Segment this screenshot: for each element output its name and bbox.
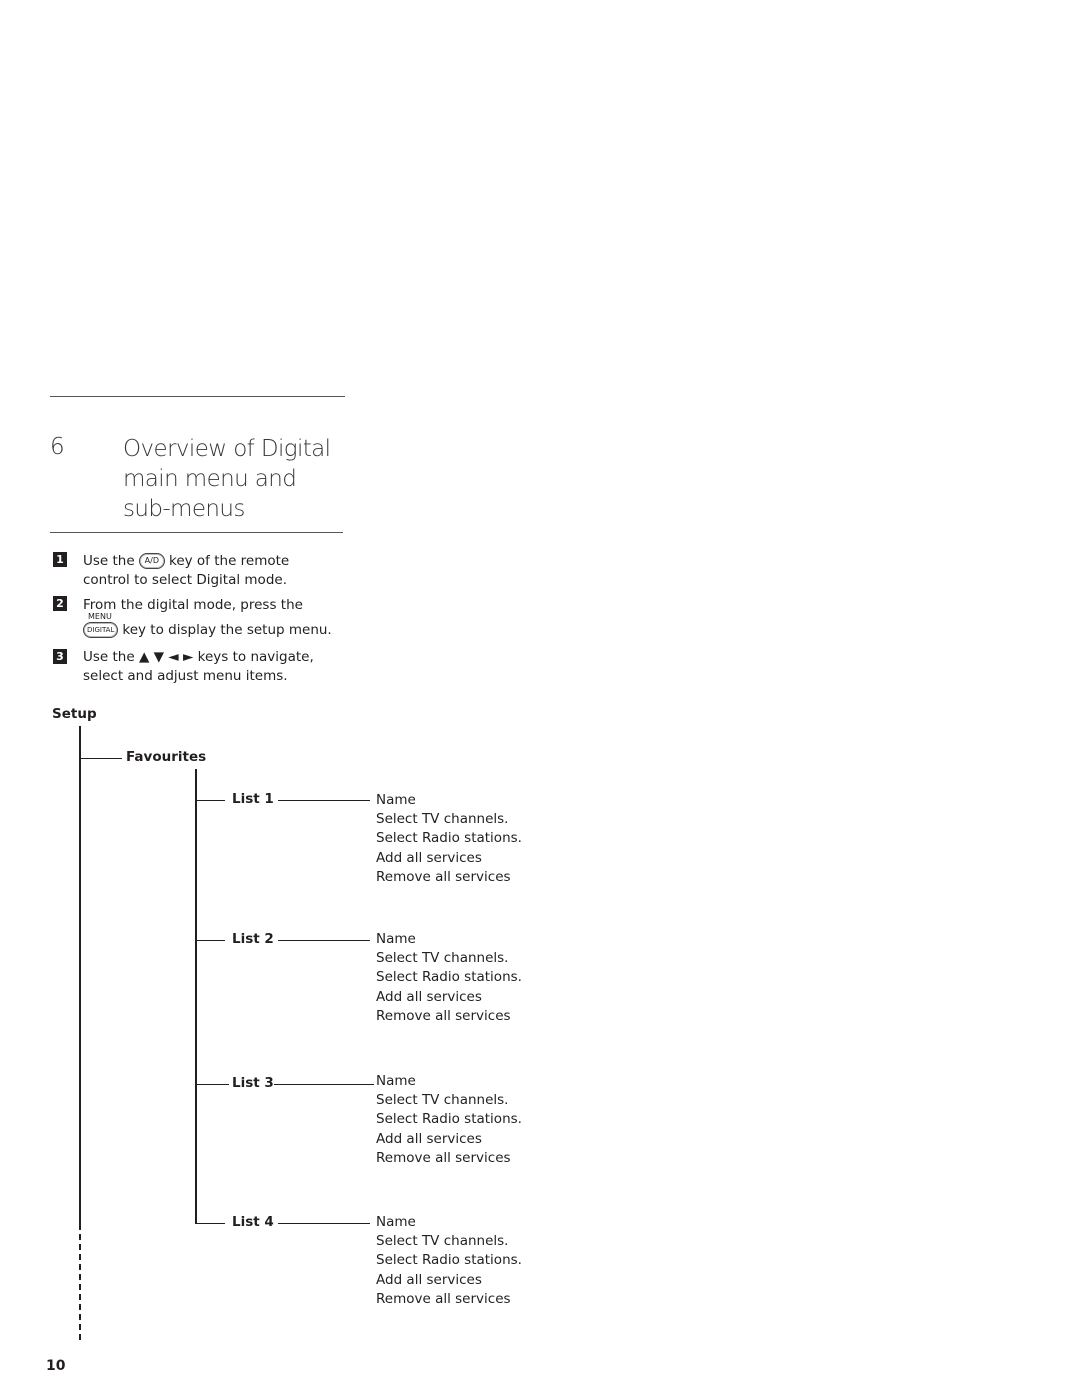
list-item: Select TV channels. bbox=[376, 950, 509, 967]
list-item: Select Radio stations. bbox=[376, 1111, 522, 1128]
list-item: Add all services bbox=[376, 1271, 482, 1288]
tree-branch-line bbox=[195, 1223, 225, 1224]
step-2-text: From the digital mode, press the DIGITAL… bbox=[83, 596, 343, 640]
list-3-items: Name Select TV channels. Select Radio st… bbox=[376, 1072, 522, 1168]
list-item: Select TV channels. bbox=[376, 1092, 509, 1109]
list-item: Select Radio stations. bbox=[376, 969, 522, 986]
tree-connector-line bbox=[274, 1084, 374, 1085]
step-text: key to display the setup menu. bbox=[122, 622, 332, 638]
list-2-items: Name Select TV channels. Select Radio st… bbox=[376, 930, 522, 1026]
ad-key-icon: A/D bbox=[138, 553, 165, 569]
tree-node-list-1: List 1 bbox=[232, 791, 274, 807]
page-number: 10 bbox=[46, 1358, 66, 1374]
step-text: Use the bbox=[83, 553, 135, 569]
list-item: Add all services bbox=[376, 1130, 482, 1147]
chapter-number: 6 bbox=[50, 434, 65, 460]
list-item: Remove all services bbox=[376, 1149, 511, 1166]
tree-branch-line bbox=[197, 1084, 229, 1085]
chapter-title-line: main menu and bbox=[123, 466, 297, 492]
list-item: Remove all services bbox=[376, 868, 511, 885]
step-text: control to select Digital mode. bbox=[83, 572, 287, 588]
menu-digital-key-icon: DIGITAL bbox=[83, 622, 119, 638]
tree-node-favourites: Favourites bbox=[126, 749, 207, 765]
tree-node-list-2: List 2 bbox=[232, 931, 274, 947]
chapter-title: Overview of Digital main menu and sub-me… bbox=[123, 434, 353, 524]
tree-node-list-3: List 3 bbox=[232, 1075, 274, 1091]
tree-node-list-4: List 4 bbox=[232, 1214, 274, 1230]
tree-continuation-dashed-line bbox=[79, 1224, 81, 1340]
step-badge: 3 bbox=[53, 649, 67, 664]
step-3-text: Use the ▲ ▼ ◄ ► keys to navigate, select… bbox=[83, 648, 343, 686]
tree-connector-line bbox=[278, 1223, 370, 1224]
step-text: From the digital mode, press the bbox=[83, 597, 303, 613]
list-item: Add all services bbox=[376, 988, 482, 1005]
menu-key-label: MENU bbox=[88, 612, 112, 621]
favourites-trunk-line bbox=[195, 769, 197, 1224]
step-text: select and adjust menu items. bbox=[83, 668, 288, 684]
list-item: Select Radio stations. bbox=[376, 830, 522, 847]
tree-branch-line bbox=[197, 940, 225, 941]
top-rule bbox=[50, 396, 345, 397]
list-item: Select Radio stations. bbox=[376, 1252, 522, 1269]
step-text: key of the remote bbox=[169, 553, 290, 569]
tree-branch-line bbox=[197, 800, 225, 801]
list-item: Remove all services bbox=[376, 1007, 511, 1024]
list-1-items: Name Select TV channels. Select Radio st… bbox=[376, 791, 522, 887]
list-item: Remove all services bbox=[376, 1290, 511, 1307]
tree-trunk-line bbox=[79, 726, 81, 1224]
tree-connector-line bbox=[278, 800, 370, 801]
step-badge: 2 bbox=[53, 596, 67, 611]
step-text: Use the ▲ ▼ ◄ ► keys to navigate, bbox=[83, 649, 314, 665]
list-item: Name bbox=[376, 1073, 416, 1089]
tree-connector-line bbox=[278, 940, 370, 941]
step-1-text: Use the A/D key of the remote control to s… bbox=[83, 552, 343, 590]
chapter-title-line: Overview of Digital bbox=[123, 436, 331, 462]
list-item: Name bbox=[376, 792, 416, 808]
step-badge: 1 bbox=[53, 552, 67, 567]
tree-root-setup: Setup bbox=[52, 706, 97, 722]
list-item: Select TV channels. bbox=[376, 811, 509, 828]
list-item: Select TV channels. bbox=[376, 1233, 509, 1250]
list-item: Name bbox=[376, 1214, 416, 1230]
list-4-items: Name Select TV channels. Select Radio st… bbox=[376, 1213, 522, 1309]
bottom-rule bbox=[50, 532, 343, 533]
tree-branch-line bbox=[81, 758, 122, 759]
list-item: Name bbox=[376, 931, 416, 947]
chapter-title-line: sub-menus bbox=[123, 496, 245, 522]
list-item: Add all services bbox=[376, 849, 482, 866]
